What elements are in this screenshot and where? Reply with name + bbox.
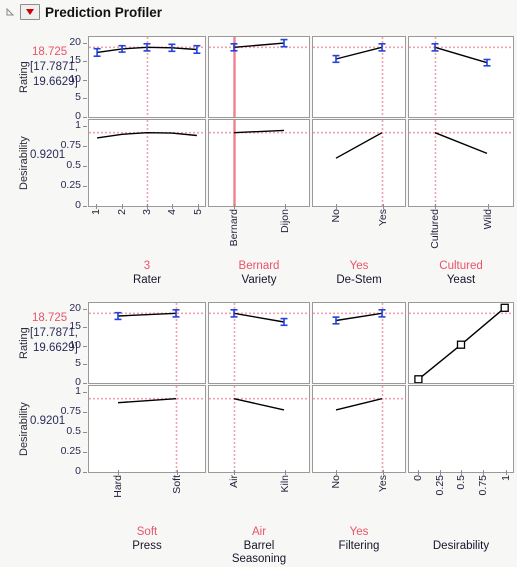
response-label-rating: Rating [18, 61, 30, 93]
y-tick-mark [83, 392, 87, 393]
y-tick-mark [83, 309, 87, 310]
plot-variety-rating[interactable] [208, 36, 310, 118]
y-tick-label: 1 [75, 385, 81, 397]
y-tick-label: 5 [75, 91, 81, 103]
y-tick-mark [83, 364, 87, 365]
x-tick-label: 1 [500, 475, 512, 481]
y-tick-label: 1 [75, 119, 81, 131]
prediction-profiler-window: Prediction Profiler 1 2 3 4 5 3 Rater Bernard Di… [0, 0, 517, 567]
response-value-rating[interactable]: 18.725 [32, 46, 67, 58]
plot-rater-rating[interactable] [88, 36, 206, 118]
y-tick-label: 5 [75, 357, 81, 369]
plot-variety-desirability[interactable] [208, 119, 310, 207]
x-tick-label: No [330, 209, 342, 223]
x-tick-label: 0.5 [455, 475, 467, 490]
plot-filtering-rating[interactable] [312, 302, 406, 384]
response-label-rating: Rating [18, 327, 30, 359]
x-tick-label: 3 [141, 209, 153, 215]
factor-name-variety: Variety [241, 274, 277, 286]
y-tick-mark [83, 166, 87, 167]
red-triangle-menu-icon[interactable] [20, 4, 40, 20]
response-ci-upper-rating: 19.6629] [33, 76, 78, 88]
x-tick-label: 5 [192, 209, 204, 215]
y-tick-mark [83, 98, 87, 99]
factor-value-variety[interactable]: Bernard [208, 260, 310, 272]
x-tick-label: No [330, 475, 342, 489]
factor-value-filtering[interactable]: Yes [312, 526, 406, 538]
response-ci-upper-rating: 19.6629] [33, 342, 78, 354]
response-value-desirability[interactable]: 0.9201 [30, 415, 65, 427]
plot-barrel-seasoning-rating[interactable] [208, 302, 310, 384]
response-label-desirability: Desirability [18, 402, 30, 456]
y-tick-mark [83, 80, 87, 81]
factor-name-rater: Rater [132, 274, 162, 286]
x-tick-label: 1 [90, 209, 102, 215]
factor-name-desirability-factor: Desirability [432, 540, 490, 552]
x-tick-label: Yes [377, 209, 389, 227]
factor-name-press: Press [132, 540, 162, 552]
plot-desirability-factor-desirability[interactable] [408, 385, 514, 473]
factor-value-yeast[interactable]: Cultured [408, 260, 514, 272]
plot-press-desirability[interactable] [88, 385, 206, 473]
window-titlebar: Prediction Profiler [0, 0, 517, 24]
y-tick-label: 0.25 [60, 179, 81, 191]
y-tick-mark [83, 206, 87, 207]
y-tick-mark [83, 327, 87, 328]
y-tick-mark [83, 452, 87, 453]
x-tick-label: 0 [412, 475, 424, 481]
x-tick-label: Yes [377, 475, 389, 493]
x-tick-label: Cultured [429, 209, 441, 249]
x-tick-label: Dijon [279, 209, 291, 233]
y-tick-mark [83, 43, 87, 44]
response-value-desirability[interactable]: 0.9201 [30, 149, 65, 161]
plot-yeast-desirability[interactable] [408, 119, 514, 207]
x-tick-label: 0.25 [434, 475, 446, 496]
factor-name-de-stem: De-Stem [336, 274, 382, 286]
plot-barrel-seasoning-desirability[interactable] [208, 385, 310, 473]
plot-yeast-rating[interactable] [408, 36, 514, 118]
y-tick-mark [83, 432, 87, 433]
x-tick-label: 0.75 [477, 475, 489, 496]
y-tick-mark [83, 117, 87, 118]
x-tick-label: Wild [482, 209, 494, 230]
response-ci-lower-rating: [17.7871, [30, 61, 78, 73]
factor-value-rater[interactable]: 3 [88, 260, 206, 272]
x-tick-label: 2 [116, 209, 128, 215]
plot-desirability-factor-rating[interactable] [408, 302, 514, 384]
x-tick-label: Hard [112, 475, 124, 498]
y-tick-label: 0 [75, 465, 81, 477]
plot-de-stem-desirability[interactable] [312, 119, 406, 207]
response-label-desirability: Desirability [18, 136, 30, 190]
factor-value-de-stem[interactable]: Yes [312, 260, 406, 272]
factor-value-press[interactable]: Soft [88, 526, 206, 538]
y-tick-mark [83, 472, 87, 473]
factor-name-barrel-seasoning: Barrel Seasoning [231, 540, 287, 565]
y-tick-label: 0.25 [60, 445, 81, 457]
plot-filtering-desirability[interactable] [312, 385, 406, 473]
x-tick-label: Kiln [279, 475, 291, 493]
x-tick-label: Air [228, 475, 240, 488]
x-tick-label: Bernard [228, 209, 240, 247]
y-tick-mark [83, 146, 87, 147]
y-tick-mark [83, 186, 87, 187]
plot-press-rating[interactable] [88, 302, 206, 384]
response-ci-lower-rating: [17.7871, [30, 327, 78, 339]
triangle-collapse-icon[interactable] [5, 6, 17, 18]
x-tick-label: 4 [166, 209, 178, 215]
factor-name-filtering: Filtering [338, 540, 380, 552]
plot-de-stem-rating[interactable] [312, 36, 406, 118]
y-tick-mark [83, 412, 87, 413]
y-tick-mark [83, 61, 87, 62]
y-tick-mark [83, 126, 87, 127]
x-tick-label: Soft [171, 475, 183, 494]
page-title: Prediction Profiler [45, 4, 163, 20]
y-tick-mark [83, 383, 87, 384]
factor-value-barrel-seasoning[interactable]: Air [208, 526, 310, 538]
y-tick-label: 0 [75, 199, 81, 211]
y-tick-mark [83, 346, 87, 347]
response-value-rating[interactable]: 18.725 [32, 312, 67, 324]
factor-name-yeast: Yeast [446, 274, 476, 286]
plot-rater-desirability[interactable] [88, 119, 206, 207]
